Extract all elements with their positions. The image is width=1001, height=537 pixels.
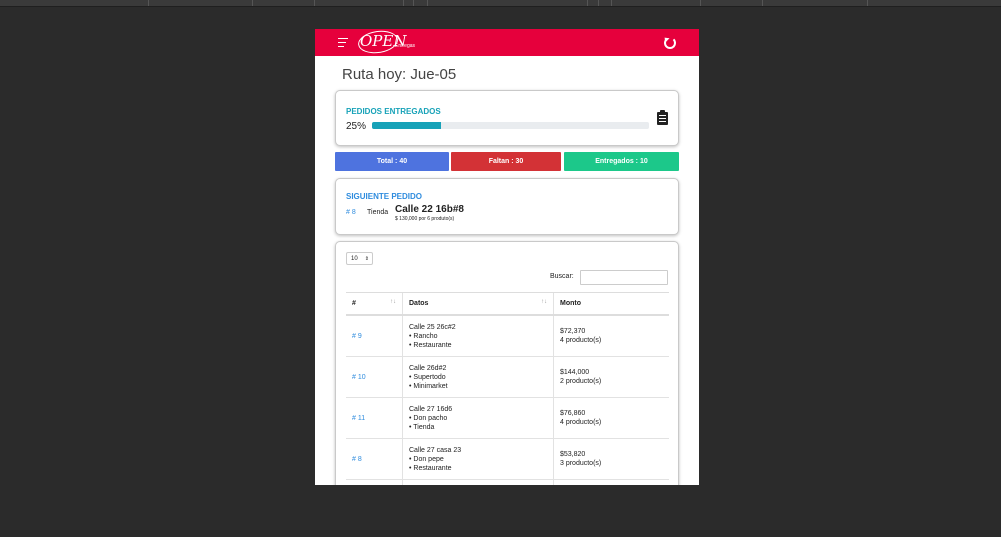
table-row: # 10 Calle 26d#2 • Supertodo • Minimarke…	[346, 356, 669, 398]
stat-entregados-button[interactable]: Entregados : 10	[564, 152, 679, 171]
col-header-number-label: #	[352, 300, 356, 307]
next-order-address: Calle 22 16b#8	[395, 204, 464, 215]
next-order-type: Tienda	[367, 209, 389, 216]
order-amount-cell: $76,860 4 producto(s)	[553, 397, 669, 439]
delivered-progress-bar	[372, 122, 649, 129]
order-products: 4 producto(s)	[560, 337, 602, 344]
order-address: Calle 27 16d6	[409, 405, 453, 413]
clipboard-list-icon	[657, 110, 668, 125]
page-title: Ruta hoy: Jue-05	[342, 66, 457, 83]
col-header-datos[interactable]: Datos ↑↓	[402, 292, 554, 316]
order-line: • Restaurante	[409, 341, 452, 349]
delivered-percent: 25%	[346, 121, 367, 132]
order-amount-cell: $72,370 4 producto(s)	[553, 315, 669, 357]
orders-table-card: 10 ⇕ Buscar: # ↑↓ Datos ↑↓ Monto # 9 Cal…	[335, 241, 679, 485]
app-header: OPEN Entregas	[315, 29, 699, 56]
order-address: Calle 26d#2	[409, 364, 447, 372]
order-number-link[interactable]: # 9	[346, 315, 403, 357]
app-logo[interactable]: OPEN Entregas	[356, 29, 420, 56]
hamburger-menu-icon[interactable]	[338, 38, 348, 47]
col-header-datos-label: Datos	[409, 300, 429, 307]
search-input[interactable]	[580, 270, 668, 285]
order-data-cell: Calle 27 casa 23 • Don pepe • Restaurant…	[402, 438, 554, 480]
order-line: • Minimarket	[409, 382, 448, 390]
orders-table: # ↑↓ Datos ↑↓ Monto # 9 Calle 25 26c#2 •…	[346, 292, 669, 485]
delivered-progress-fill	[372, 122, 442, 129]
order-products: 4 producto(s)	[560, 419, 602, 426]
order-number-link[interactable]: # 11	[346, 397, 403, 439]
order-products: 2 producto(s)	[560, 378, 602, 385]
next-order-number[interactable]: # 8	[346, 209, 356, 216]
next-order-card[interactable]: SIGUIENTE PEDIDO # 8 Tienda Calle 22 16b…	[335, 178, 679, 235]
order-data-cell: Calle 27 16d6 • Don pacho • Tienda	[402, 397, 554, 439]
col-header-monto-label: Monto	[560, 300, 581, 307]
search-label: Buscar:	[550, 273, 574, 280]
order-data-cell: Calle 26d#2 • Supertodo • Minimarket	[402, 356, 554, 398]
table-row-partial	[346, 479, 669, 486]
table-row: # 8 Calle 27 casa 23 • Don pepe • Restau…	[346, 438, 669, 480]
order-line: • Tienda	[409, 423, 435, 431]
delivered-card-title: PEDIDOS ENTREGADOS	[346, 107, 441, 116]
next-order-title: SIGUIENTE PEDIDO	[346, 192, 423, 201]
order-amount: $76,860	[560, 410, 586, 417]
stats-bar: Total : 40 Faltan : 30 Entregados : 10	[335, 152, 679, 171]
order-line: • Rancho	[409, 332, 438, 340]
order-amount: $72,370	[560, 328, 586, 335]
partial-cell	[346, 480, 403, 486]
order-amount: $144,000	[560, 369, 590, 376]
col-header-monto[interactable]: Monto	[553, 292, 669, 316]
order-line: • Restaurante	[409, 464, 452, 472]
order-amount: $53,820	[560, 451, 586, 458]
stat-total-button[interactable]: Total : 40	[335, 152, 449, 171]
table-row: # 11 Calle 27 16d6 • Don pacho • Tienda …	[346, 397, 669, 439]
logo-subtext: Entregas	[395, 43, 416, 49]
delivered-progress-card: PEDIDOS ENTREGADOS 25%	[335, 90, 679, 146]
order-amount-cell: $53,820 3 producto(s)	[553, 438, 669, 480]
host-toolbar-strip	[0, 0, 1001, 7]
partial-cell	[402, 479, 554, 485]
stat-faltan-button[interactable]: Faltan : 30	[451, 152, 561, 171]
order-number-link[interactable]: # 10	[346, 356, 403, 398]
order-line: • Don pepe	[409, 455, 444, 463]
page-length-value: 10	[351, 256, 358, 262]
order-address: Calle 27 casa 23	[409, 446, 462, 454]
sort-icon: ↑↓	[390, 299, 396, 305]
partial-cell	[553, 479, 669, 485]
order-number-link[interactable]: # 8	[346, 438, 403, 480]
order-data-cell: Calle 25 26c#2 • Rancho • Restaurante	[402, 315, 554, 357]
table-row: # 9 Calle 25 26c#2 • Rancho • Restaurant…	[346, 315, 669, 357]
page-length-select[interactable]: 10 ⇕	[346, 252, 373, 265]
order-line: • Don pacho	[409, 414, 448, 422]
col-header-number[interactable]: # ↑↓	[346, 292, 403, 316]
next-order-detail: $ 130,000 por 6 produto(s)	[395, 216, 455, 222]
refresh-icon[interactable]	[664, 37, 676, 49]
order-amount-cell: $144,000 2 producto(s)	[553, 356, 669, 398]
mobile-app-viewport: OPEN Entregas Ruta hoy: Jue-05 PEDIDOS E…	[315, 29, 699, 485]
order-products: 3 producto(s)	[560, 460, 602, 467]
select-arrows-icon: ⇕	[364, 256, 369, 262]
sort-icon: ↑↓	[541, 299, 547, 305]
order-line: • Supertodo	[409, 373, 446, 381]
order-address: Calle 25 26c#2	[409, 323, 456, 331]
